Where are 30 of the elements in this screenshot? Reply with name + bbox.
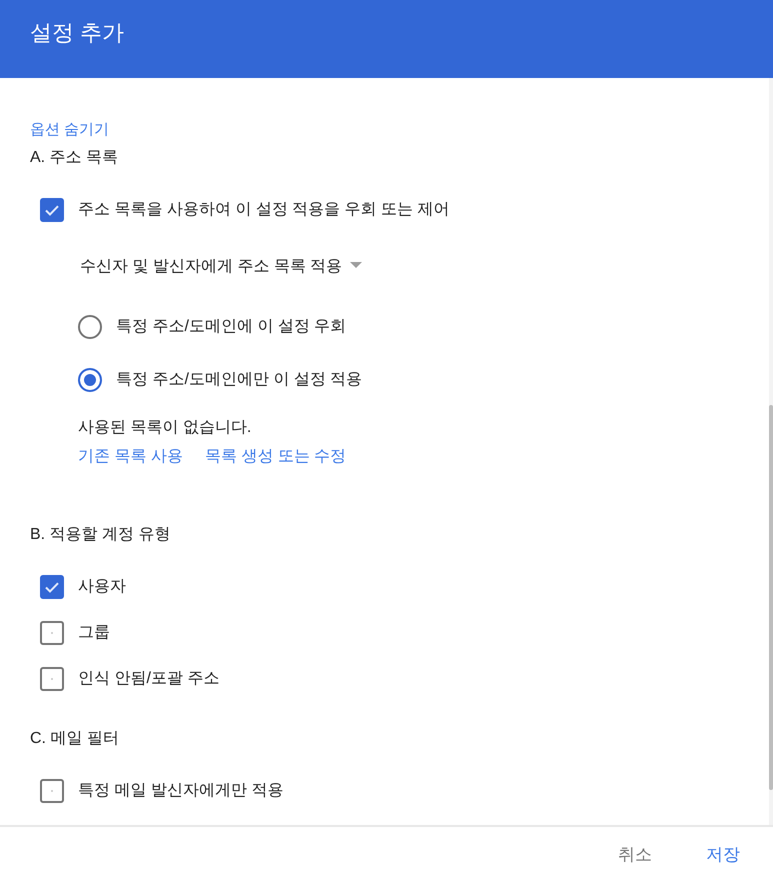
section-heading: C. 메일 필터	[30, 729, 119, 749]
scrollbar-thumb[interactable]	[769, 405, 773, 790]
section-heading: A. 주소 목록	[30, 148, 118, 168]
dialog-title: 설정 추가	[30, 19, 124, 47]
cancel-button[interactable]: 취소	[602, 837, 668, 872]
checkbox-label[interactable]: 인식 안됨/포괄 주소	[78, 669, 220, 689]
checkbox[interactable]	[40, 198, 64, 222]
checkbox-label[interactable]: 주소 목록을 사용하여 이 설정 적용을 우회 또는 제어	[78, 200, 450, 220]
check-icon	[45, 204, 59, 216]
options-link[interactable]: 옵션 숨기기	[30, 120, 110, 140]
scrollbar-track[interactable]	[769, 78, 773, 825]
radio-button[interactable]	[78, 368, 102, 392]
status-text: 사용된 목록이 없습니다.	[78, 418, 252, 438]
save-button[interactable]: 저장	[690, 837, 756, 872]
checkbox-label[interactable]: 사용자	[78, 577, 126, 597]
checkbox-label[interactable]: 특정 메일 발신자에게만 적용	[78, 781, 284, 801]
link[interactable]: 목록 생성 또는 수정	[204, 447, 346, 467]
section-heading: B. 적용할 계정 유형	[30, 525, 170, 545]
radio-label[interactable]: 특정 주소/도메인에만 이 설정 적용	[116, 370, 362, 390]
checkbox[interactable]	[40, 575, 64, 599]
dropdown[interactable]: 수신자 및 발신자에게 주소 목록 적용	[80, 254, 362, 278]
link[interactable]: 기존 목록 사용	[78, 447, 183, 467]
checkbox[interactable]	[40, 667, 64, 691]
checkbox-label[interactable]: 그룹	[78, 623, 110, 643]
radio-label[interactable]: 특정 주소/도메인에 이 설정 우회	[116, 317, 346, 337]
check-icon	[45, 582, 59, 592]
checkbox[interactable]	[40, 621, 64, 645]
caret-icon	[350, 262, 362, 268]
checkbox[interactable]	[40, 779, 64, 803]
radio-button[interactable]	[78, 315, 102, 339]
